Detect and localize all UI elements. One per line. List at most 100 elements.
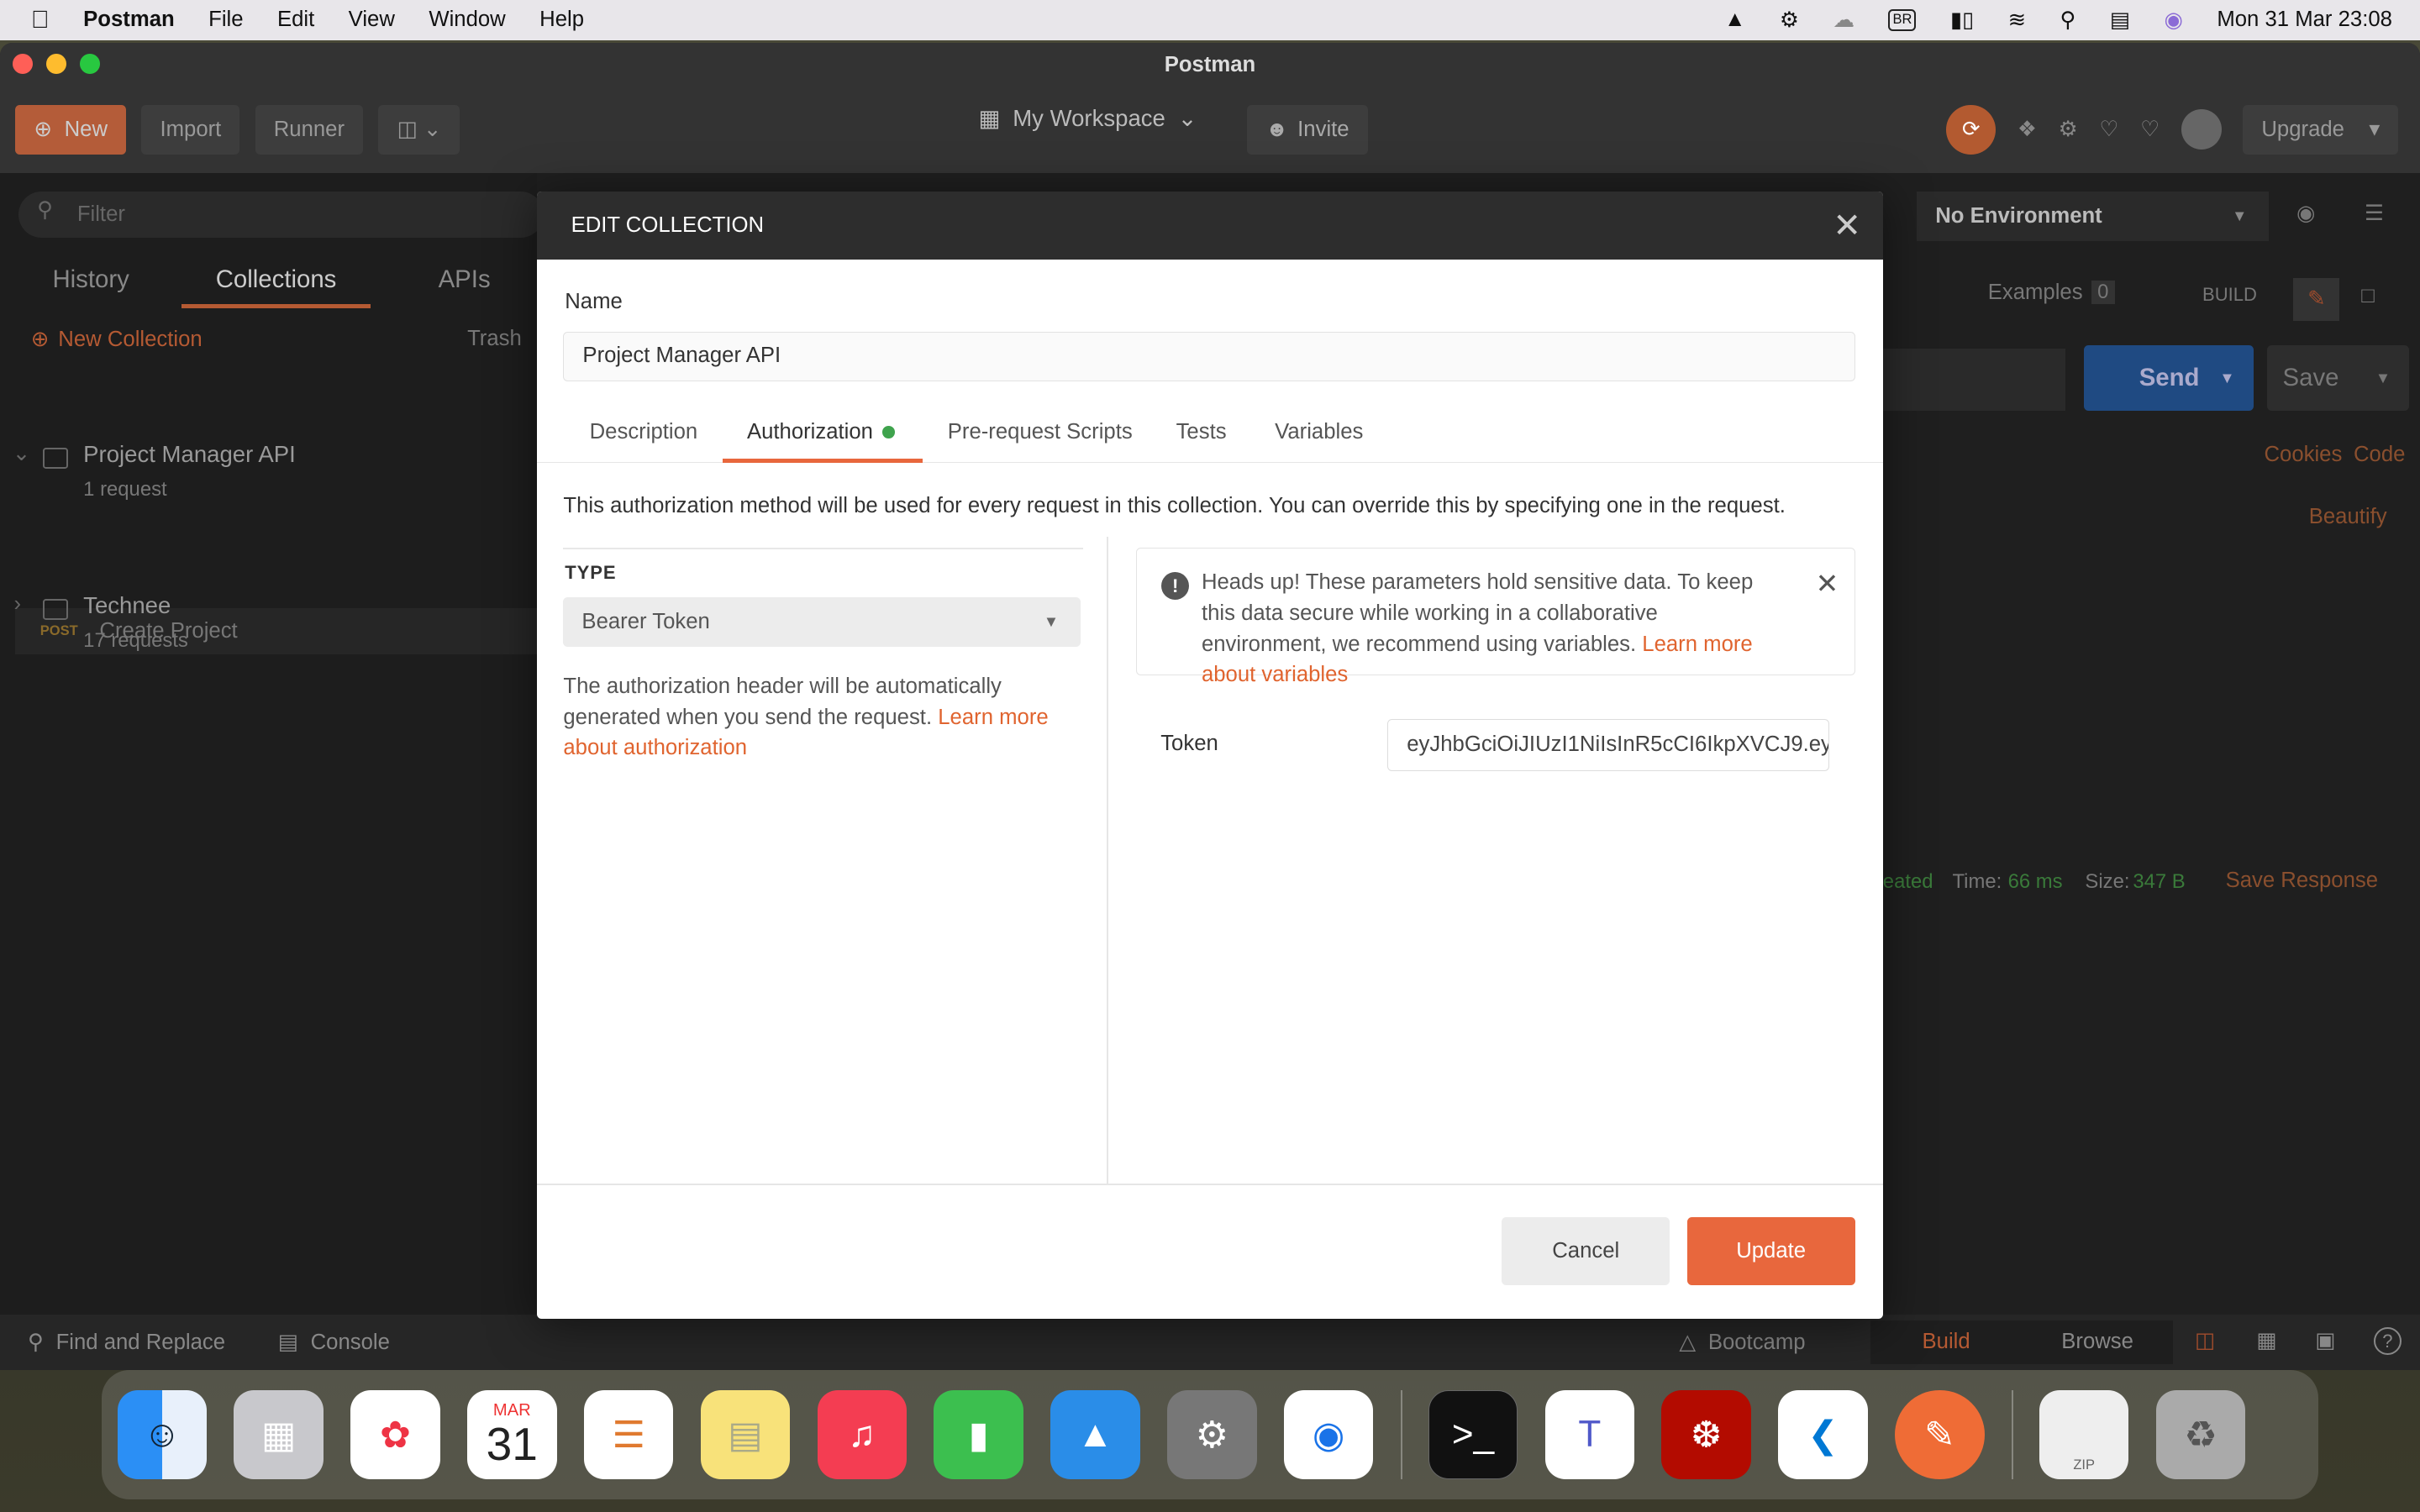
save-response-button[interactable]: Save Response [2226, 869, 2378, 893]
capture-icon[interactable]: ▣ [2315, 1328, 2335, 1353]
apple-icon[interactable]:  [31, 6, 59, 34]
two-pane-icon[interactable]: ◫ [2195, 1328, 2215, 1353]
vscode-icon[interactable]: ❮ [1778, 1389, 1868, 1480]
launchpad-icon[interactable]: ▦ [234, 1389, 324, 1480]
cookies-link[interactable]: Cookies [2264, 443, 2342, 467]
menu-window[interactable]: Window [429, 8, 505, 32]
tab-history[interactable]: History [52, 256, 129, 308]
control-center-icon[interactable]: ▤ [2110, 8, 2130, 33]
tab-authorization[interactable]: Authorization [747, 420, 895, 444]
caret-down-icon[interactable]: ▼ [2219, 345, 2234, 410]
finder-icon[interactable]: ☺ [117, 1389, 208, 1480]
wifi-icon[interactable]: ≋ [2008, 8, 2027, 33]
edit-pencil-icon[interactable]: ✎ [2293, 277, 2340, 322]
url-input[interactable] [1882, 349, 2065, 411]
alert-text: Heads up! These parameters hold sensitiv… [1202, 567, 1773, 690]
import-button[interactable]: Import [141, 104, 240, 155]
system-preferences-icon[interactable]: ⚙ [1167, 1389, 1257, 1480]
music-icon[interactable]: ♫ [817, 1389, 908, 1480]
trash-icon[interactable]: ♻ [2155, 1389, 2246, 1480]
satellite-icon[interactable]: ❖ [2018, 117, 2037, 142]
update-button[interactable]: Update [1686, 1217, 1855, 1285]
terminal-icon[interactable]: >_ [1428, 1389, 1518, 1480]
avatar[interactable] [2181, 109, 2222, 150]
new-collection-button[interactable]: ⊕ New Collection [31, 327, 203, 352]
tab-pre-request-scripts[interactable]: Pre-request Scripts [948, 420, 1133, 444]
collection-name-input[interactable]: Project Manager API [563, 331, 1855, 381]
notes-icon[interactable]: ▤ [700, 1389, 791, 1480]
auth-type-select[interactable]: Bearer Token ▼ [563, 596, 1081, 647]
code-link[interactable]: Code [2354, 443, 2405, 467]
edit-collection-dialog: EDIT COLLECTION ✕ Name Project Manager A… [537, 191, 1883, 1320]
calendar-icon[interactable]: MAR 31 [467, 1389, 557, 1480]
postman-icon[interactable]: ✎ [1895, 1389, 1985, 1480]
help-icon[interactable]: ? [2373, 1326, 2402, 1355]
caret-down-icon[interactable]: ▼ [2375, 345, 2391, 410]
tab-browse[interactable]: Browse [2022, 1320, 2173, 1363]
minimize-window-button[interactable] [46, 54, 66, 75]
runner-button[interactable]: Runner [255, 104, 364, 155]
tab-tests[interactable]: Tests [1176, 420, 1227, 444]
tab-variables[interactable]: Variables [1275, 420, 1363, 444]
sync-icon[interactable]: ⟳ [1946, 104, 1996, 155]
tab-collections[interactable]: Collections [182, 256, 371, 309]
menu-view[interactable]: View [349, 8, 395, 32]
comment-icon[interactable]: □ [2361, 284, 2375, 308]
send-button[interactable]: Send ▼ [2083, 345, 2254, 411]
menubar-clock[interactable]: Mon 31 Mar 23:08 [2217, 8, 2392, 32]
battery-icon[interactable]: ▮▯ [1950, 8, 1974, 33]
invite-button[interactable]: ☻ Invite [1247, 104, 1368, 155]
cancel-button[interactable]: Cancel [1502, 1217, 1670, 1285]
filter-input[interactable]: Filter [18, 191, 544, 238]
bootcamp-button[interactable]: △ Bootcamp [1679, 1330, 1805, 1355]
siri-icon[interactable]: ◉ [2164, 8, 2182, 33]
heart-icon[interactable]: ♡ [2140, 117, 2160, 142]
token-input[interactable]: eyJhbGciOiJIUzI1NiIsInR5cCI6IkpXVCJ9.eyJ… [1387, 718, 1829, 772]
menu-help[interactable]: Help [539, 8, 584, 32]
settings-gear-icon[interactable]: ⚙ [2059, 117, 2078, 142]
new-window-button[interactable]: ◫ ⌄ [378, 104, 460, 155]
tab-apis[interactable]: APIs [439, 256, 491, 308]
notifications-bell-icon[interactable]: ♡ [2099, 117, 2118, 142]
sliders-icon[interactable]: ☰ [2365, 201, 2384, 226]
folder-icon [43, 447, 68, 470]
console-button[interactable]: ▤ Console [278, 1330, 390, 1355]
teams-icon[interactable]: T [1544, 1389, 1635, 1480]
save-button[interactable]: Save ▼ [2267, 345, 2410, 411]
reminders-icon[interactable]: ☰ [583, 1389, 674, 1480]
find-replace-button[interactable]: ⚲ Find and Replace [28, 1330, 225, 1355]
workspace-selector[interactable]: ▦ My Workspace ⌄ [978, 105, 1197, 132]
eye-icon[interactable]: ◉ [2296, 201, 2315, 226]
cloud-icon[interactable]: ☁ [1833, 8, 1854, 33]
spotlight-search-icon[interactable]: ⚲ [2060, 8, 2076, 33]
close-window-button[interactable] [12, 54, 33, 75]
numbers-icon[interactable]: ▮ [934, 1389, 1023, 1480]
input-source-badge[interactable]: BR [1888, 9, 1917, 31]
photos-icon[interactable]: ✿ [350, 1389, 440, 1480]
trash-button[interactable]: Trash [467, 327, 522, 351]
divider [537, 1183, 1883, 1185]
acrobat-icon[interactable]: ❆ [1661, 1389, 1751, 1480]
upgrade-button[interactable]: Upgrade ▾ [2243, 104, 2399, 155]
plus-circle-icon: ⊕ [30, 328, 50, 352]
new-button[interactable]: ⊕ New [15, 104, 127, 155]
menu-edit[interactable]: Edit [277, 8, 314, 32]
tab-description[interactable]: Description [590, 420, 698, 444]
mac-dock: ☺ ▦ ✿ MAR 31 ☰ ▤ ♫ ▮ ▲ ⚙ ◉ >_ T ❆ ❮ ✎ ZIP… [102, 1370, 2318, 1500]
tab-build[interactable]: Build [1870, 1320, 2022, 1363]
layout-icon[interactable]: ▦ [2256, 1328, 2276, 1353]
teams-status-icon[interactable]: ⚙ [1780, 8, 1799, 33]
close-icon[interactable]: ✕ [1833, 192, 1861, 260]
menu-file[interactable]: File [208, 8, 243, 32]
chrome-icon[interactable]: ◉ [1283, 1389, 1374, 1480]
exclamation-icon: ! [1161, 571, 1190, 600]
keynote-icon[interactable]: ▲ [1050, 1389, 1140, 1480]
beautify-link[interactable]: Beautify [2309, 505, 2387, 529]
environment-selector[interactable]: No Environment ▼ [1917, 191, 2269, 241]
drive-icon[interactable]: ▲ [1724, 8, 1745, 32]
zoom-window-button[interactable] [80, 54, 101, 75]
menu-app-name[interactable]: Postman [83, 8, 175, 32]
examples-label[interactable]: Examples [1988, 281, 2083, 305]
close-icon[interactable]: ✕ [1816, 567, 1839, 601]
zip-file-icon[interactable]: ZIP [2039, 1389, 2129, 1480]
